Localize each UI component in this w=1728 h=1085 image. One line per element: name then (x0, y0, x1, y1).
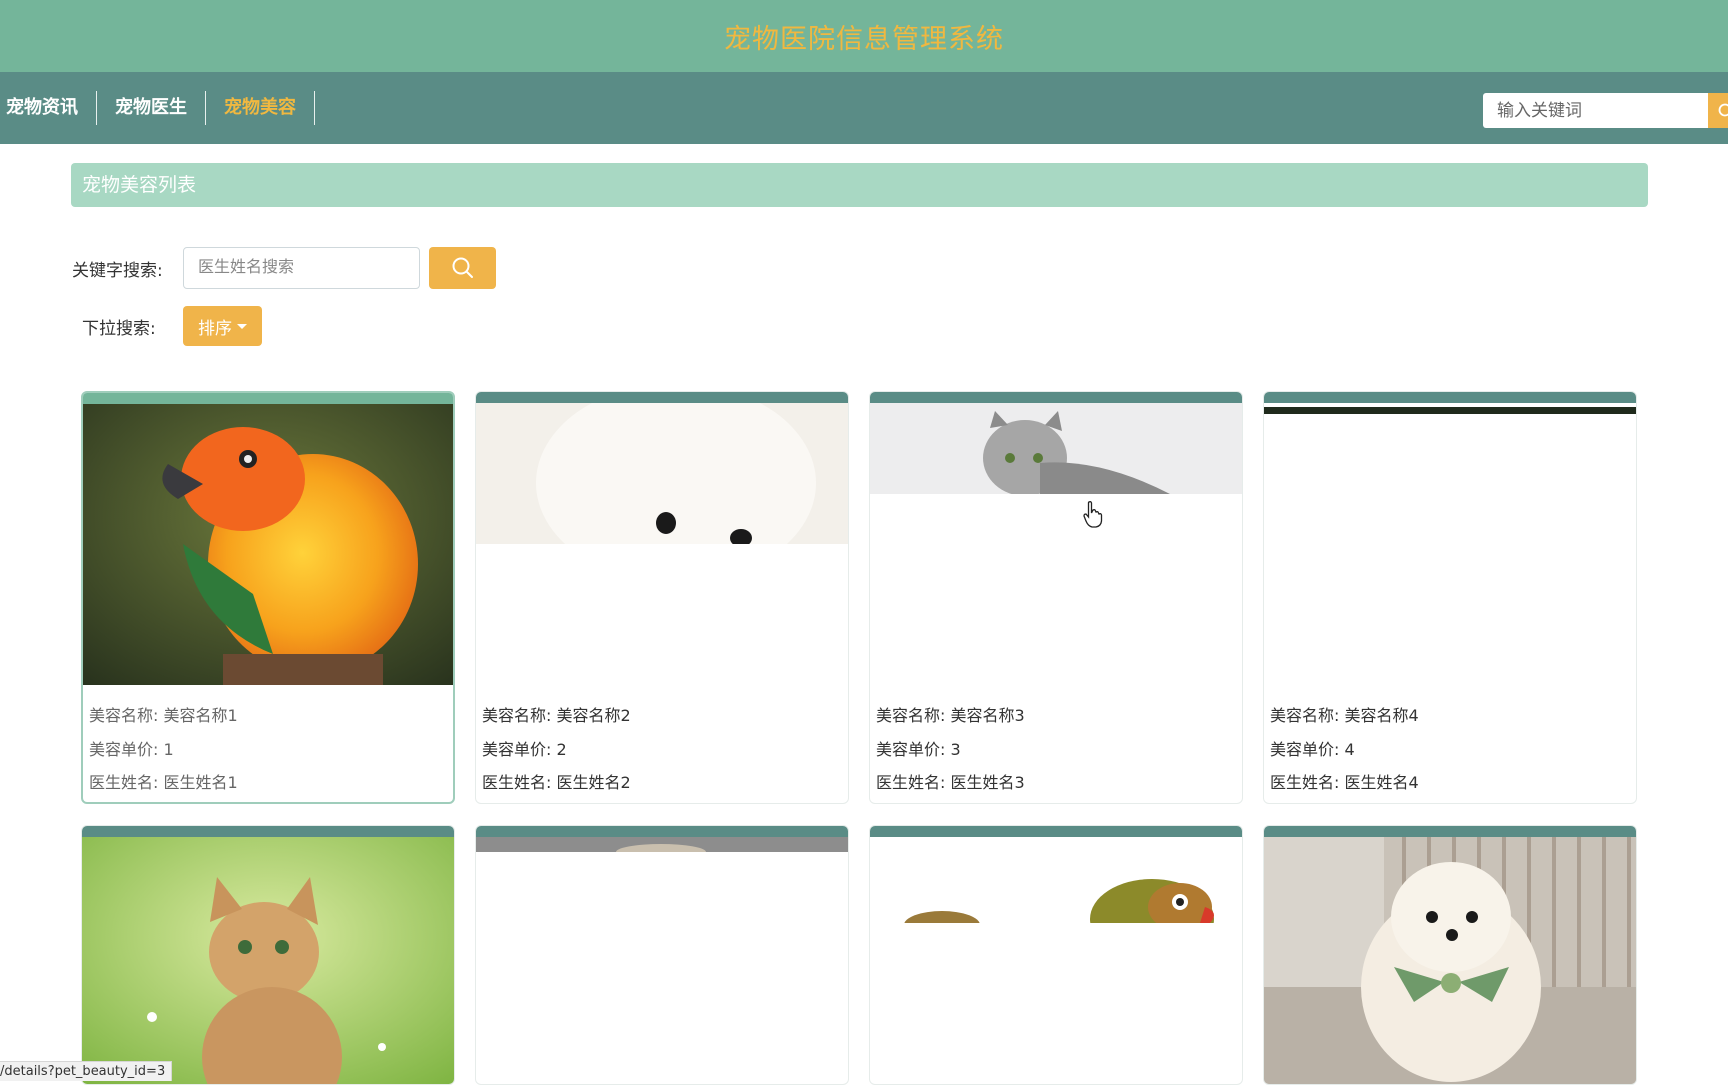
card-top-bar (476, 826, 848, 837)
nav-item-pet-doctors[interactable]: 宠物医生 (109, 91, 206, 125)
card-top-bar (83, 393, 453, 404)
section-header: 宠物美容列表 (71, 163, 1648, 207)
nav-item-pet-beauty[interactable]: 宠物美容 (218, 91, 315, 125)
keyword-search-button[interactable] (429, 247, 496, 289)
doctor-name: 医生姓名1 (164, 773, 238, 792)
search-icon (1718, 103, 1728, 119)
beauty-price-label: 美容单价: (482, 740, 551, 759)
pomeranian-image (1264, 837, 1636, 1085)
nav-search-button[interactable] (1708, 93, 1728, 128)
beauty-name-label: 美容名称: (1270, 706, 1339, 725)
card-info: 美容名称: 美容名称3 美容单价: 3 医生姓名: 医生姓名3 (876, 699, 1025, 800)
doctor-name: 医生姓名2 (557, 773, 631, 792)
beauty-price-label: 美容单价: (1270, 740, 1339, 759)
beauty-card-2[interactable]: 美容名称: 美容名称2 美容单价: 2 医生姓名: 医生姓名2 (475, 391, 849, 804)
card-info: 美容名称: 美容名称4 美容单价: 4 医生姓名: 医生姓名4 (1270, 699, 1419, 800)
beauty-name-label: 美容名称: (89, 706, 158, 725)
card-top-bar (82, 826, 454, 837)
card-top-bar (870, 826, 1242, 837)
status-bar-url: /details?pet_beauty_id=3 (0, 1061, 172, 1081)
beauty-card-6[interactable] (475, 825, 849, 1085)
beauty-card-4[interactable]: 美容名称: 美容名称4 美容单价: 4 医生姓名: 医生姓名4 (1263, 391, 1637, 804)
beauty-price-label: 美容单价: (89, 740, 158, 759)
search-icon (451, 256, 475, 280)
beauty-card-3[interactable]: 美容名称: 美容名称3 美容单价: 3 医生姓名: 医生姓名3 (869, 391, 1243, 804)
beauty-card-7[interactable] (869, 825, 1243, 1085)
beauty-name: 美容名称1 (164, 706, 238, 725)
beauty-name-label: 美容名称: (482, 706, 551, 725)
status-url: /details?pet_beauty_id=3 (0, 1064, 165, 1079)
caret-down-icon (237, 324, 247, 329)
card-top-bar (870, 392, 1242, 403)
beauty-name: 美容名称2 (557, 706, 631, 725)
nav-bar: 宠物资讯 宠物医生 宠物美容 (0, 72, 1728, 144)
keyword-search-label: 关键字搜索: (72, 256, 183, 281)
kitten-image (82, 837, 454, 1085)
hand-cursor-icon (1082, 500, 1104, 528)
section-title: 宠物美容列表 (82, 163, 196, 207)
nav-item-pet-news[interactable]: 宠物资讯 (0, 91, 97, 125)
beauty-card-8[interactable] (1263, 825, 1637, 1085)
beauty-price: 1 (164, 740, 174, 759)
keyword-search-row: 关键字搜索: (72, 246, 496, 290)
card-info: 美容名称: 美容名称2 美容单价: 2 医生姓名: 医生姓名2 (482, 699, 631, 800)
beauty-price: 2 (557, 740, 567, 759)
cat-image (870, 403, 1242, 494)
parrot-image (83, 404, 453, 685)
sort-dropdown-button[interactable]: 排序 (183, 306, 262, 346)
doctor-name: 医生姓名4 (1345, 773, 1419, 792)
beauty-name: 美容名称4 (1345, 706, 1419, 725)
card-top-bar (476, 392, 848, 403)
beauty-card-1[interactable]: 美容名称: 美容名称1 美容单价: 1 医生姓名: 医生姓名1 (81, 391, 455, 804)
site-header: 宠物医院信息管理系统 (0, 0, 1728, 72)
beauty-price: 3 (951, 740, 961, 759)
doctor-name-label: 医生姓名: (1270, 773, 1339, 792)
dark-strip-image (1264, 403, 1636, 414)
dropdown-search-label: 下拉搜索: (82, 314, 183, 339)
doctor-name-label: 医生姓名: (89, 773, 158, 792)
doctor-name: 医生姓名3 (951, 773, 1025, 792)
beauty-price-label: 美容单价: (876, 740, 945, 759)
sort-label: 排序 (198, 314, 232, 339)
card-top-bar (1264, 392, 1636, 403)
doctor-name-search-input[interactable] (183, 247, 420, 289)
beauty-name: 美容名称3 (951, 706, 1025, 725)
blank-image (476, 837, 848, 852)
lovebirds-image (870, 837, 1242, 923)
nav-search-input[interactable] (1483, 93, 1708, 128)
doctor-name-label: 医生姓名: (482, 773, 551, 792)
nav-menu: 宠物资讯 宠物医生 宠物美容 (0, 72, 327, 144)
white-dog-image (476, 403, 848, 544)
beauty-name-label: 美容名称: (876, 706, 945, 725)
beauty-price: 4 (1345, 740, 1355, 759)
card-top-bar (1264, 826, 1636, 837)
site-title: 宠物医院信息管理系统 (724, 17, 1004, 56)
doctor-name-label: 医生姓名: (876, 773, 945, 792)
dropdown-search-row: 下拉搜索: 排序 (82, 306, 262, 346)
card-info: 美容名称: 美容名称1 美容单价: 1 医生姓名: 医生姓名1 (89, 699, 238, 800)
beauty-card-5[interactable] (81, 825, 455, 1085)
